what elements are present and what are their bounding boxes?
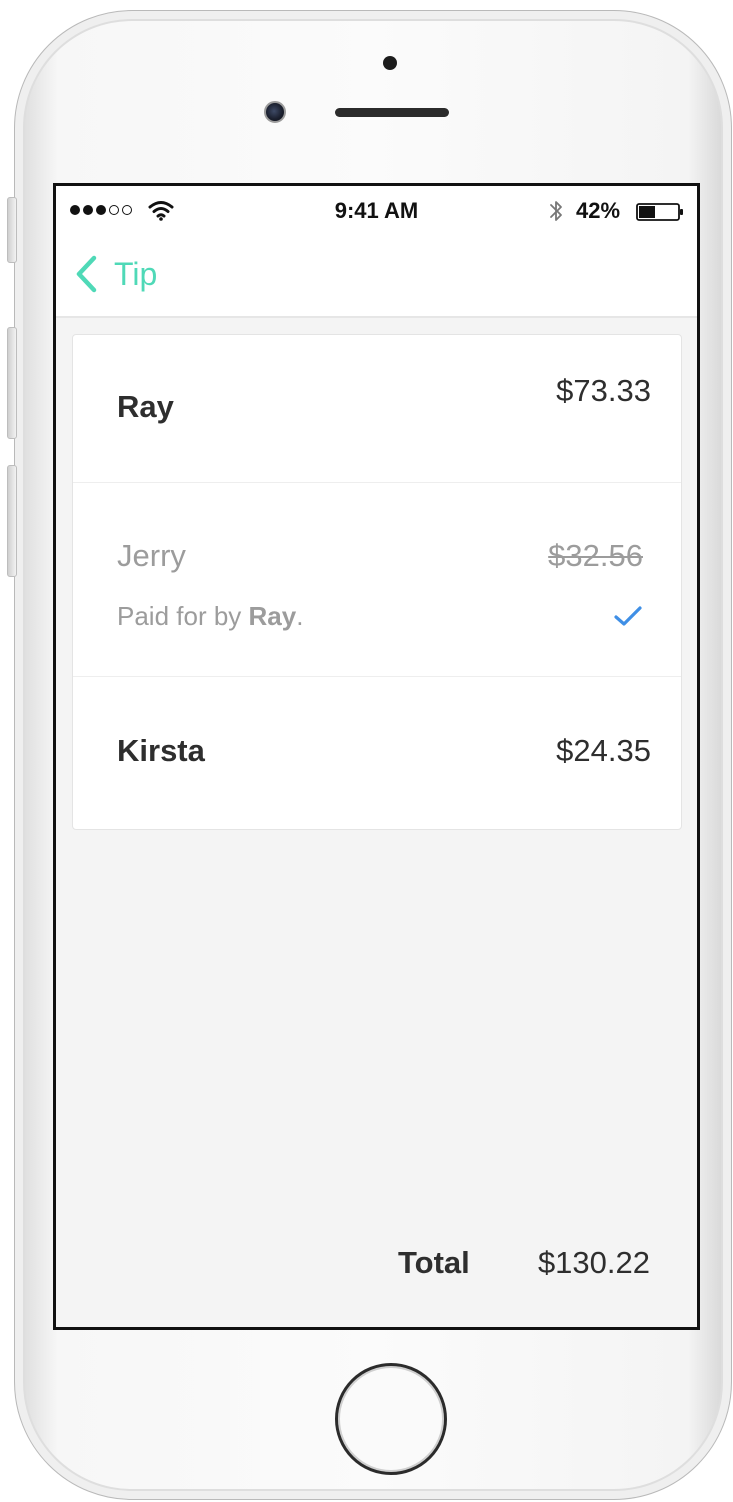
person-row[interactable]: Ray $73.33 <box>73 335 681 483</box>
person-row[interactable]: Kirsta $24.35 <box>73 677 681 829</box>
phone-screen: 9:41 AM 42% Tip Ray $73.33 Jerry $32.56 … <box>53 183 700 1330</box>
person-name: Ray <box>117 389 174 424</box>
back-button-label: Tip <box>114 255 158 292</box>
paid-by-suffix: . <box>296 601 304 631</box>
back-button[interactable]: Tip <box>74 250 157 298</box>
silent-switch <box>7 197 17 263</box>
status-bar: 9:41 AM 42% <box>56 186 697 238</box>
person-row-paid[interactable]: Jerry $32.56 Paid for by Ray. <box>73 483 681 677</box>
person-amount: $24.35 <box>556 733 651 768</box>
battery-percentage: 42% <box>576 198 621 223</box>
split-card: Ray $73.33 Jerry $32.56 Paid for by Ray.… <box>72 334 682 830</box>
checkmark-icon <box>614 606 642 626</box>
volume-up-button <box>7 327 17 439</box>
paid-by-note: Paid for by Ray. <box>117 601 303 632</box>
volume-down-button <box>7 465 17 577</box>
bluetooth-icon <box>550 201 562 221</box>
proximity-sensor <box>383 56 397 70</box>
home-button[interactable] <box>335 1363 447 1475</box>
navigation-bar: Tip <box>56 238 697 318</box>
paid-by-payer: Ray <box>248 601 297 631</box>
person-amount: $73.33 <box>556 373 651 408</box>
front-camera <box>264 101 286 123</box>
earpiece-speaker <box>335 108 449 117</box>
person-name: Jerry <box>117 538 186 573</box>
chevron-left-icon <box>76 255 97 293</box>
battery-icon <box>636 203 683 221</box>
total-value: $130.22 <box>537 1245 650 1280</box>
total-row: Total $130.22 <box>56 1241 697 1291</box>
person-amount-struck: $32.56 <box>548 538 643 573</box>
person-name: Kirsta <box>117 733 205 768</box>
total-label: Total <box>398 1245 470 1280</box>
paid-by-prefix: Paid for by <box>117 601 249 631</box>
